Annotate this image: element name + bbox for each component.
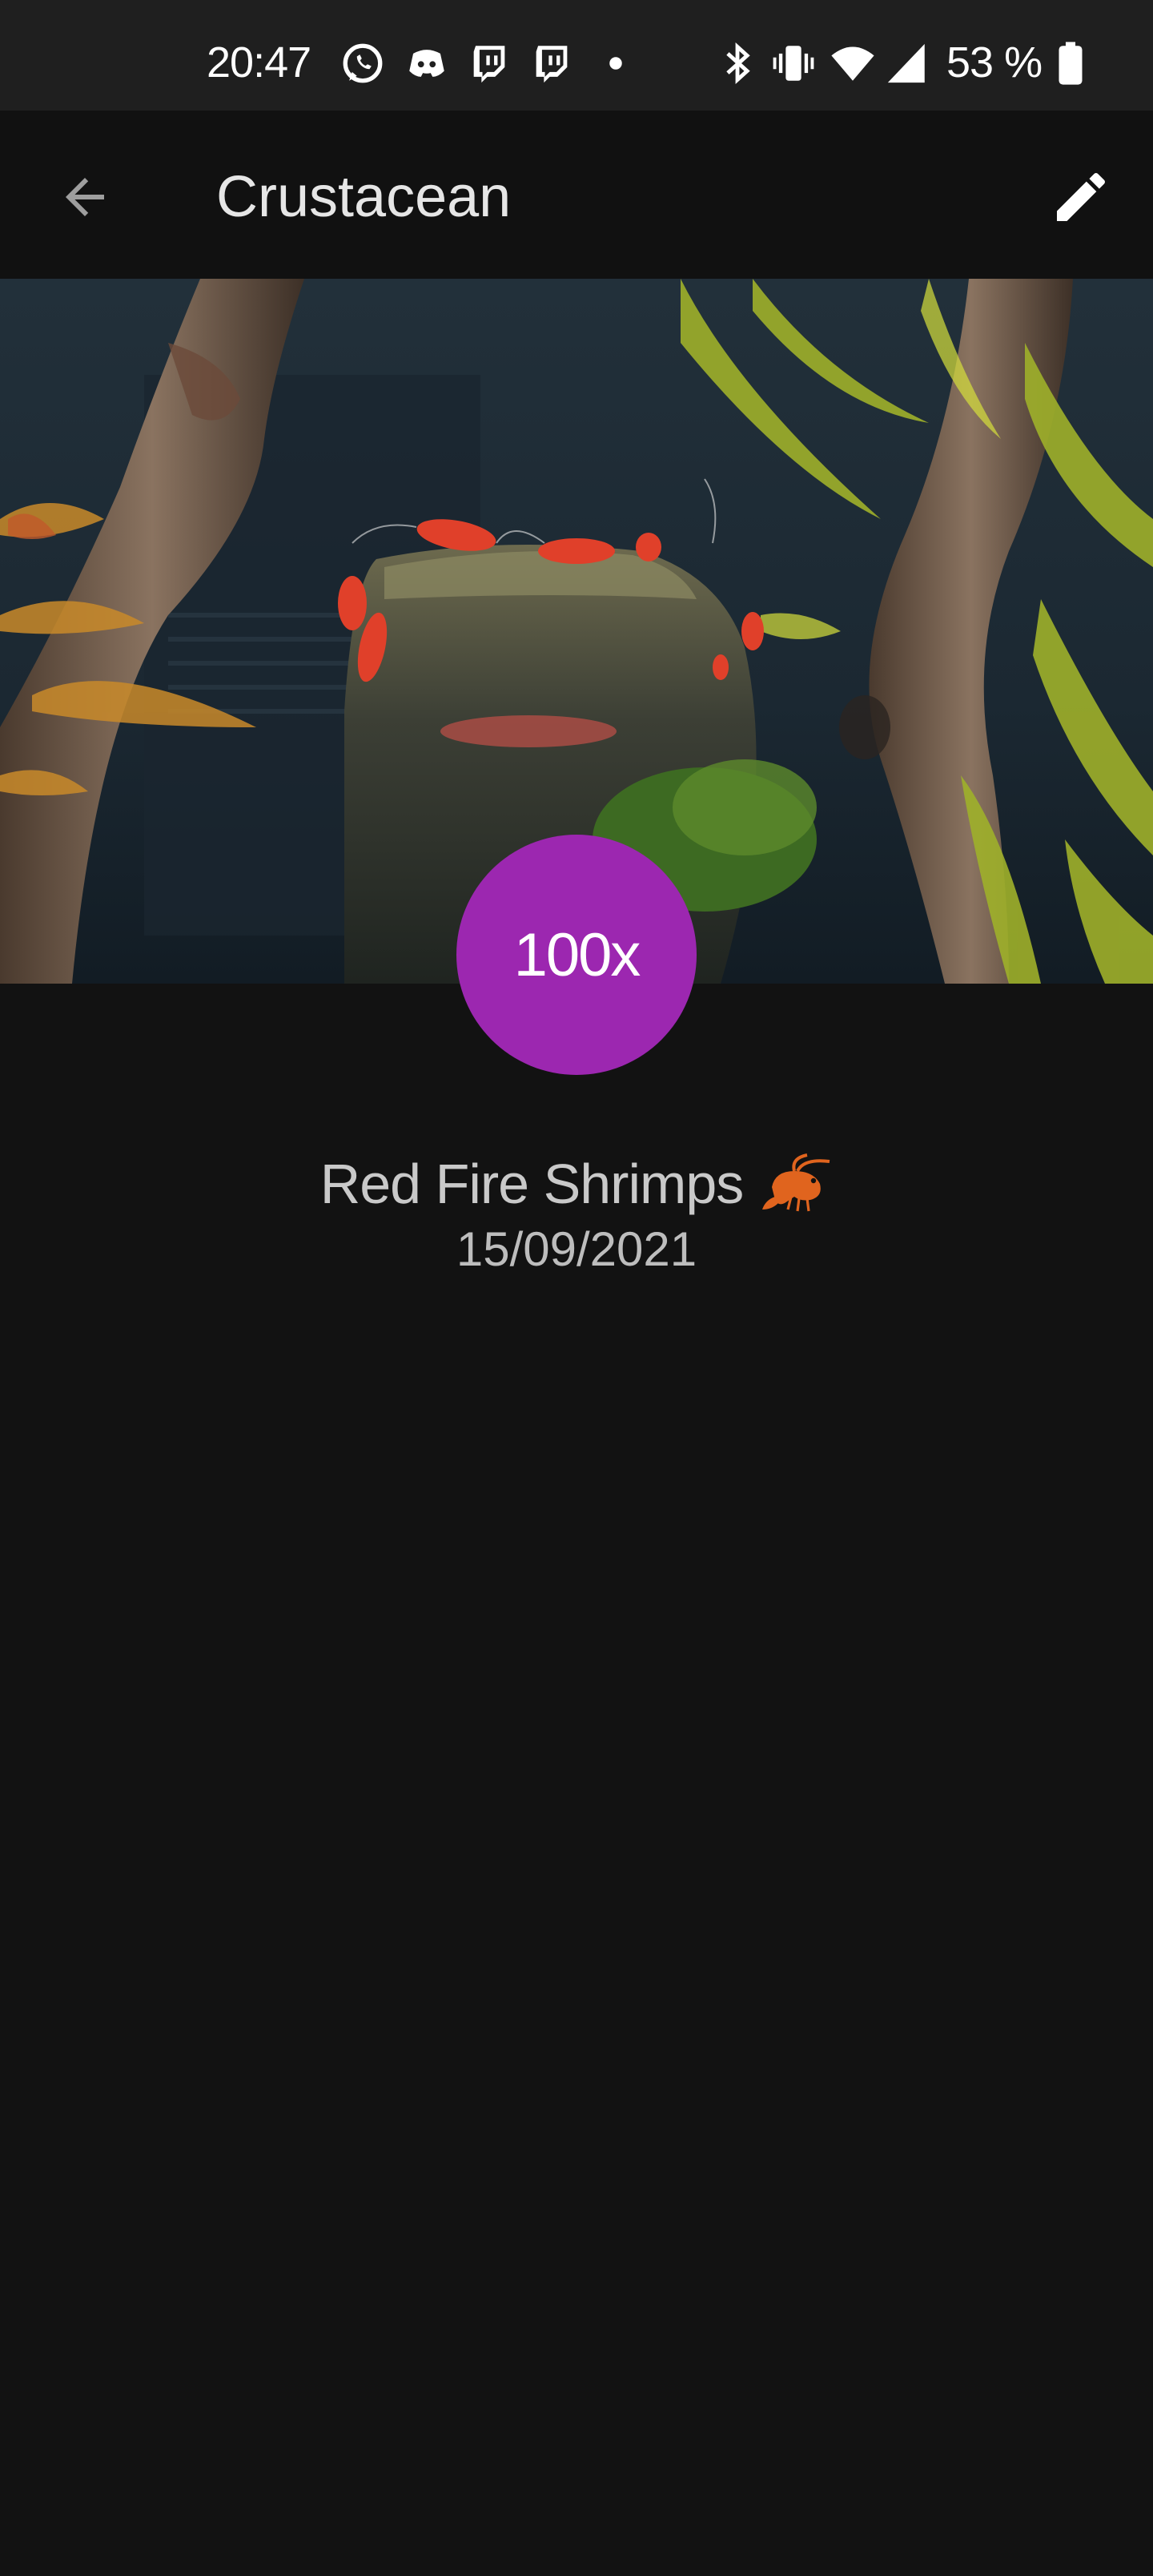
arrow-back-icon [66,178,104,216]
pencil-icon [1057,172,1105,221]
edit-button[interactable] [1043,159,1119,235]
bluetooth-icon [714,40,761,87]
discord-icon [404,40,450,87]
shrimp-icon [759,1152,833,1216]
battery-icon [1047,40,1094,87]
twitch-icon [466,40,512,87]
status-bar: 20:47 53 % [0,0,1153,111]
item-name-row: Red Fire Shrimps [0,1147,1153,1221]
wifi-icon [830,40,876,87]
cell-signal-icon [884,40,930,87]
count-badge: 100x [456,835,697,1075]
item-name: Red Fire Shrimps [319,1153,745,1215]
battery-percent: 53 % [946,38,1043,87]
app-bar: Crustacean [0,111,1153,279]
twitch-icon [528,40,575,87]
status-time: 20:47 [207,38,311,87]
page-title: Crustacean [216,165,512,229]
whatsapp-icon [339,40,386,87]
dot-icon [593,40,639,87]
vibrate-icon [770,40,817,87]
back-button[interactable] [46,159,123,235]
item-date: 15/09/2021 [456,1222,697,1276]
